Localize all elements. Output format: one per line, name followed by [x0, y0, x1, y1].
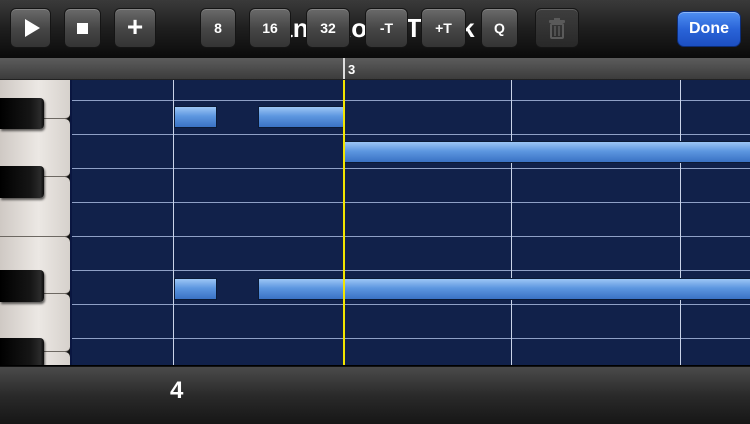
piano-roll-grid[interactable] — [72, 80, 750, 365]
note-length-value: 4 — [170, 377, 184, 404]
play-icon — [24, 19, 40, 37]
transpose-down-button[interactable]: -T — [365, 8, 408, 48]
play-button[interactable] — [10, 8, 51, 48]
piano-keyboard[interactable] — [0, 80, 72, 365]
quantize-button[interactable]: Q — [481, 8, 518, 48]
bar-marker — [343, 58, 345, 79]
delete-button[interactable] — [535, 8, 579, 48]
plus-icon: + — [126, 11, 144, 42]
midi-note[interactable] — [174, 106, 217, 128]
playhead[interactable] — [343, 80, 345, 365]
midi-note[interactable] — [258, 278, 344, 300]
trash-icon — [549, 18, 565, 39]
midi-note[interactable] — [343, 278, 750, 300]
grid-beat-line — [511, 80, 512, 365]
black-key[interactable] — [0, 270, 44, 302]
midi-note[interactable] — [258, 106, 344, 128]
black-key[interactable] — [0, 338, 44, 365]
black-key[interactable] — [0, 166, 44, 198]
timeline-ruler[interactable]: 3 — [0, 58, 750, 80]
stop-icon — [77, 22, 88, 34]
transpose-up-button[interactable]: +T — [421, 8, 466, 48]
note-8-button[interactable]: 8 — [200, 8, 236, 48]
note-32-button[interactable]: 32 — [306, 8, 350, 48]
add-note-button[interactable]: + — [114, 8, 156, 48]
note-16-button[interactable]: 16 — [249, 8, 291, 48]
grid-beat-line — [680, 80, 681, 365]
midi-note[interactable] — [343, 141, 750, 163]
bottom-toolbar — [0, 366, 750, 424]
done-button[interactable]: Done — [677, 11, 741, 47]
midi-note[interactable] — [174, 278, 217, 300]
stop-button[interactable] — [64, 8, 101, 48]
bar-number-label: 3 — [348, 62, 356, 77]
black-key[interactable] — [0, 98, 44, 129]
